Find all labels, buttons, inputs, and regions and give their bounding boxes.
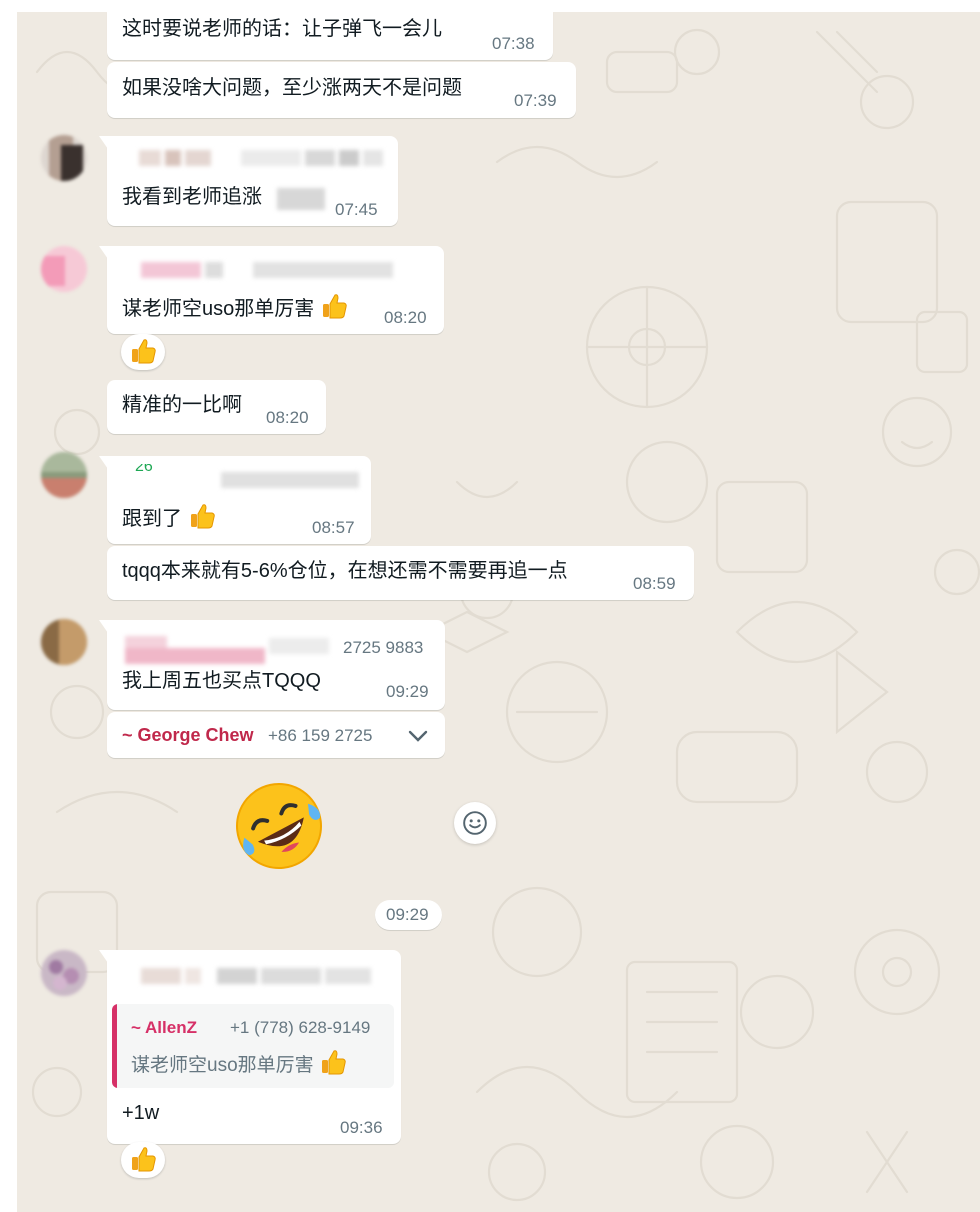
message-time: 08:59 [633,574,676,593]
message-time: 08:57 [312,518,355,537]
quoted-message[interactable]: ~ AllenZ +1 (778) 628-9149 谋老师空uso那单厉害 [112,1004,394,1088]
quote-accent-bar [112,1004,117,1088]
message-text: +1w [122,1102,160,1124]
thumbs-up-emoji [132,339,156,364]
message-time: 09:29 [386,905,429,924]
sticker-time-pill: 09:29 [375,900,442,930]
message-text: tqqq本来就有5-6%仓位，在想还需不需要再追一点 [122,560,568,582]
thumbs-up-emoji [322,294,347,319]
thumbs-up-emoji [132,1147,156,1172]
message-bubble[interactable]: 我看到老师追涨 07:45 [99,136,398,226]
sender-name-redacted [121,150,391,172]
sender-name-redacted [121,262,431,284]
message-bubble[interactable]: ~ AllenZ +1 (778) 628-9149 谋老师空uso那单厉害 +… [99,950,401,1144]
sender-avatar[interactable] [41,950,87,996]
thumbs-up-emoji [321,1050,346,1075]
message-text: 如果没啥大问题，至少涨两天不是问题 [122,77,462,99]
message-bubble[interactable]: 谋老师空uso那单厉害 08:20 [99,246,444,334]
smiley-icon [463,811,487,835]
message-text: 精准的一比啊 [122,394,242,416]
message-text: 我看到老师追涨 [122,186,262,208]
sender-name-redacted [121,472,367,494]
sender-avatar[interactable] [41,452,87,498]
chevron-down-icon[interactable] [406,724,430,748]
message-text: 这时要说老师的话：让子弹飞一会儿 [122,18,442,40]
chat-panel: 这时要说老师的话：让子弹飞一会儿 07:38 如果没啥大问题，至少涨两天不是问题… [17,12,980,1212]
thumbs-up-emoji [190,504,215,529]
message-reaction[interactable] [121,1142,165,1178]
message-text: 我上周五也买点TQQQ [122,670,321,692]
quoted-sender-phone: +1 (778) 628-9149 [230,1018,371,1037]
sender-name-redacted [121,968,395,990]
message-bubble[interactable]: 精准的一比啊 08:20 [107,380,326,434]
message-time: 07:45 [335,200,378,219]
message-bubble[interactable]: 这时要说老师的话：让子弹飞一会儿 07:38 [107,12,553,60]
rolling-on-floor-laughing-emoji[interactable] [229,776,329,876]
message-bubble[interactable]: 2725 9883 我上周五也买点TQQQ 09:29 [99,620,445,710]
message-reaction[interactable] [121,334,165,370]
contact-card[interactable]: ~ George Chew +86 159 2725 [107,712,445,758]
react-button[interactable] [454,802,496,844]
sender-avatar[interactable] [41,246,87,292]
message-time: 08:20 [266,408,309,427]
message-bubble[interactable]: 如果没啥大问题，至少涨两天不是问题 07:39 [107,62,576,118]
sender-phone: 2725 9883 [343,638,424,657]
message-bubble[interactable]: 26 跟到了 08:57 [99,456,371,544]
redaction-block [277,188,325,210]
message-time: 09:29 [386,682,429,701]
message-time: 08:20 [384,308,427,327]
message-time: 07:39 [514,91,557,110]
contact-phone: +86 159 2725 [268,726,373,745]
message-time: 07:38 [492,34,535,53]
sender-avatar[interactable] [41,619,87,665]
message-time: 09:36 [340,1118,383,1137]
message-text: 跟到了 [122,502,216,532]
message-text: 谋老师空uso那单厉害 [122,292,348,322]
quoted-sender-name: ~ AllenZ [131,1018,197,1037]
quoted-text: 谋老师空uso那单厉害 [131,1048,347,1077]
sender-name-redacted [119,634,343,664]
contact-name: ~ George Chew [122,725,254,745]
sender-avatar[interactable] [41,135,87,181]
message-bubble[interactable]: tqqq本来就有5-6%仓位，在想还需不需要再追一点 08:59 [107,546,694,600]
